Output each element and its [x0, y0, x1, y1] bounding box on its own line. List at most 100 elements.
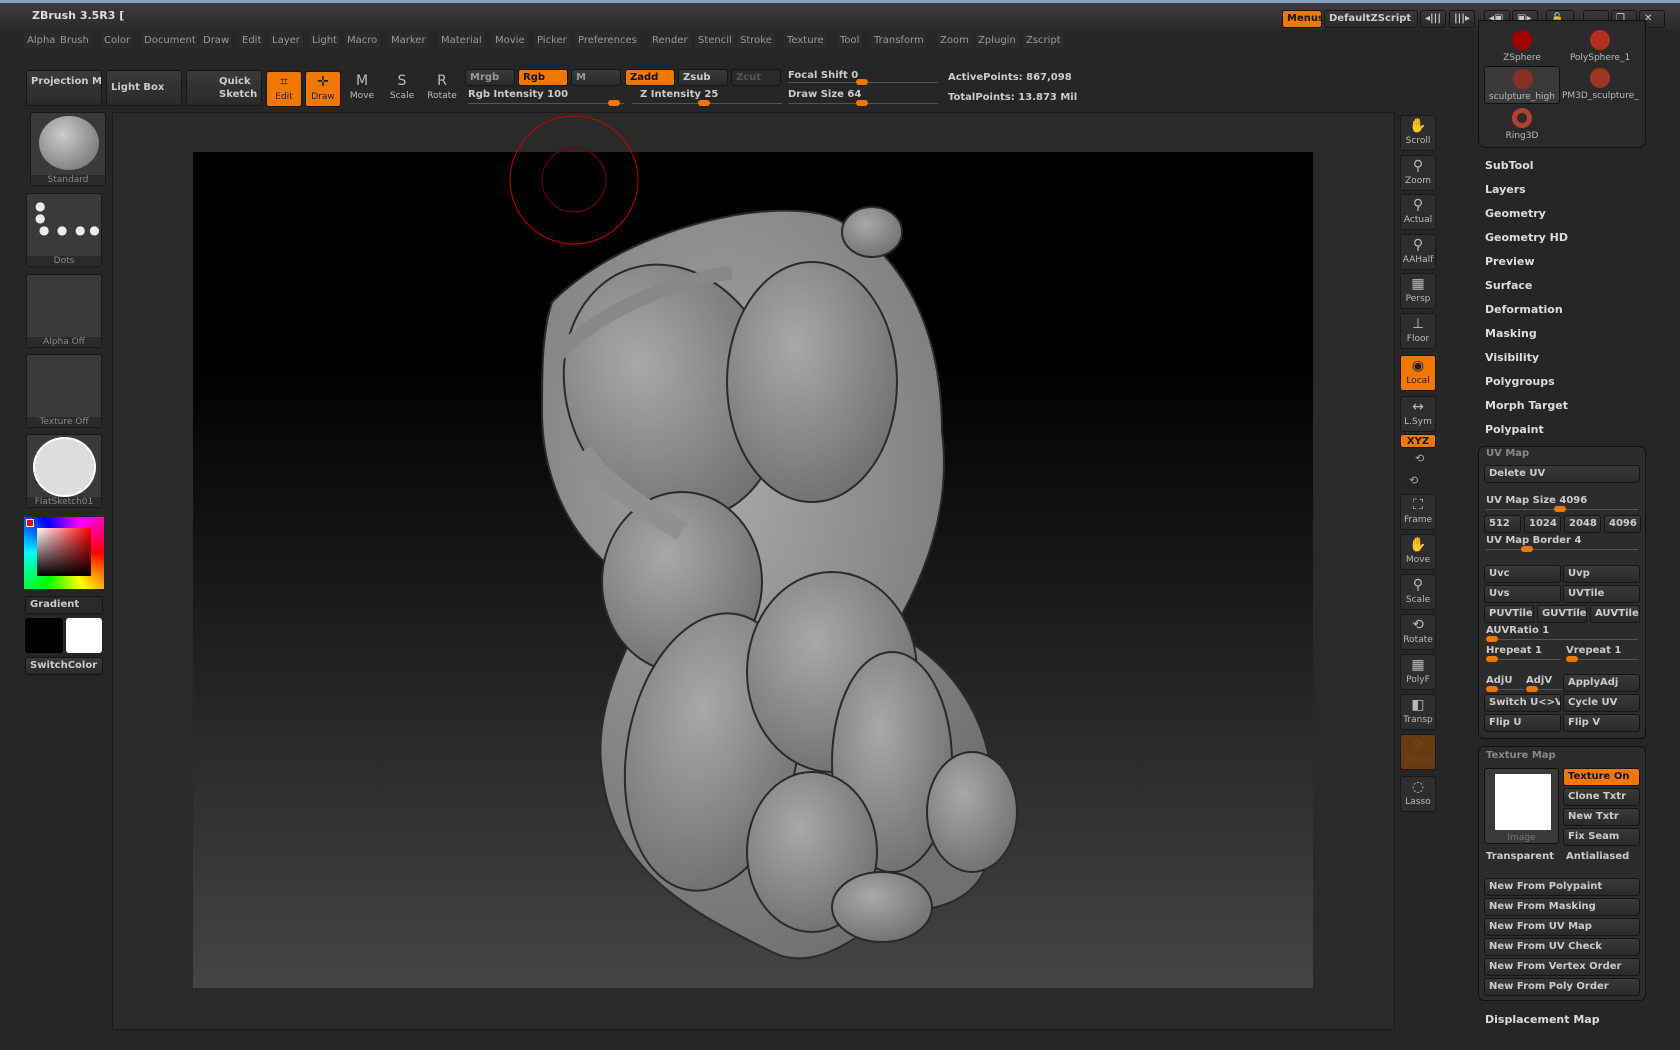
menu-movie[interactable]: Movie — [492, 32, 528, 49]
new-from-button[interactable]: New From Vertex Order — [1484, 958, 1640, 976]
rotate-y-icon[interactable]: ⟲ — [1409, 474, 1418, 487]
uv-size-2048-button[interactable]: 2048 — [1564, 515, 1601, 533]
tool-item[interactable]: PolySphere_1 — [1562, 28, 1638, 66]
menu-alpha[interactable]: Alpha — [24, 32, 59, 49]
menu-masking[interactable]: Masking — [1485, 327, 1537, 340]
menu-tool[interactable]: Tool — [837, 32, 863, 49]
light-box-button[interactable]: Light Box — [106, 70, 182, 106]
stroke-selector[interactable]: ● ● ● ● ● ● Dots — [26, 193, 102, 267]
menu-preview[interactable]: Preview — [1485, 255, 1535, 268]
new-from-button[interactable]: New From UV Check — [1484, 938, 1640, 956]
menu-edit[interactable]: Edit — [239, 32, 265, 49]
move-button[interactable]: M Move — [344, 71, 380, 107]
zsub-button[interactable]: Zsub — [678, 69, 728, 86]
cycle-uv-button[interactable]: Cycle UV — [1563, 694, 1640, 712]
menu-layer[interactable]: Layer — [269, 32, 303, 49]
new-from-button[interactable]: New From UV Map — [1484, 918, 1640, 936]
main-color-swatch[interactable] — [25, 618, 63, 653]
puvtiles-button[interactable]: PUVTiles — [1484, 605, 1534, 623]
scroll-right-icon[interactable]: |||▸ — [1449, 10, 1475, 28]
edit-button[interactable]: ⌗ Edit — [266, 71, 302, 107]
uv-size-1024-button[interactable]: 1024 — [1524, 515, 1561, 533]
gradient-button[interactable]: Gradient — [25, 596, 103, 614]
menu-geometry-hd[interactable]: Geometry HD — [1485, 231, 1568, 244]
texture-map-title[interactable]: Texture Map — [1486, 750, 1556, 761]
menu-zscript[interactable]: Zscript — [1023, 32, 1064, 49]
frame-button[interactable]: ⛶ Frame — [1400, 494, 1436, 530]
rotate-button[interactable]: ⟲ Rotate — [1400, 614, 1436, 650]
menu-deformation[interactable]: Deformation — [1485, 303, 1563, 316]
new-from-button[interactable]: New From Masking — [1484, 898, 1640, 916]
ghost-button[interactable]: ⊘ Ghost — [1400, 734, 1436, 770]
scroll-left-icon[interactable]: ◂||| — [1420, 10, 1446, 28]
transp-button[interactable]: ◧ Transp — [1400, 694, 1436, 730]
menu-macro[interactable]: Macro — [344, 32, 381, 49]
menu-stroke[interactable]: Stroke — [737, 32, 775, 49]
quick-sketch-button[interactable]: Quick Sketch — [186, 70, 262, 106]
tool-item[interactable]: sculpture_high — [1484, 66, 1560, 104]
slider-knob[interactable] — [1521, 546, 1533, 552]
slider-knob[interactable] — [1526, 686, 1538, 692]
default-zscript-button[interactable]: DefaultZScript — [1324, 10, 1418, 28]
menu-zplugin[interactable]: Zplugin — [975, 32, 1019, 49]
alpha-selector[interactable]: Alpha Off — [26, 274, 102, 348]
slider-knob[interactable] — [1486, 656, 1498, 662]
auvratio-slider[interactable] — [1486, 636, 1638, 642]
clone-txtr-button[interactable]: Clone Txtr — [1563, 788, 1640, 806]
menu-texture[interactable]: Texture — [784, 32, 827, 49]
delete-uv-button[interactable]: Delete UV — [1484, 465, 1640, 483]
menu-preferences[interactable]: Preferences — [575, 32, 640, 49]
rotate-button[interactable]: R Rotate — [424, 71, 460, 107]
flip-u-button[interactable]: Flip U — [1484, 714, 1561, 732]
scale-button[interactable]: S Scale — [384, 71, 420, 107]
texture-image-slot[interactable]: Image — [1484, 768, 1559, 844]
tool-item[interactable]: PM3D_sculpture_ — [1562, 66, 1639, 104]
new-from-button[interactable]: New From Poly Order — [1484, 978, 1640, 996]
slider-knob[interactable] — [1554, 506, 1566, 512]
menu-polygroups[interactable]: Polygroups — [1485, 375, 1555, 388]
applyadj-button[interactable]: ApplyAdj — [1563, 674, 1640, 692]
menu-marker[interactable]: Marker — [388, 32, 429, 49]
auvtiles-button[interactable]: AUVTiles — [1590, 605, 1640, 623]
menu-light[interactable]: Light — [309, 32, 340, 49]
menu-picker[interactable]: Picker — [534, 32, 570, 49]
slider-knob[interactable] — [1566, 656, 1578, 662]
menu-surface[interactable]: Surface — [1485, 279, 1532, 292]
adju-slider[interactable] — [1486, 686, 1524, 692]
material-selector[interactable]: FlatSketch01 — [26, 434, 102, 508]
adjv-slider[interactable] — [1526, 686, 1562, 692]
move-button[interactable]: ✋ Move — [1400, 534, 1436, 570]
guvtiles-button[interactable]: GUVTiles — [1537, 605, 1587, 623]
uvtile-button[interactable]: UVTile — [1563, 585, 1640, 603]
local-button[interactable]: ◉ Local — [1400, 355, 1436, 391]
persp-button[interactable]: ▦ Persp — [1400, 273, 1436, 309]
focal-shift-slider[interactable] — [788, 79, 938, 85]
uv-map-title[interactable]: UV Map — [1486, 448, 1529, 459]
zadd-button[interactable]: Zadd — [625, 69, 675, 86]
rgb-button[interactable]: Rgb — [518, 69, 568, 86]
menus-toggle[interactable]: Menus — [1282, 10, 1322, 28]
brush-selector[interactable]: Standard — [30, 112, 106, 186]
uv-map-border-slider[interactable] — [1486, 546, 1638, 552]
uv-map-size-slider[interactable] — [1486, 506, 1638, 512]
rgb-intensity-slider[interactable] — [468, 100, 624, 106]
new-txtr-button[interactable]: New Txtr — [1563, 808, 1640, 826]
lasso-button[interactable]: ◌ Lasso — [1400, 776, 1436, 812]
polyf-button[interactable]: ▦ PolyF — [1400, 654, 1436, 690]
flip-v-button[interactable]: Flip V — [1563, 714, 1640, 732]
sculpture-viewport[interactable] — [112, 112, 1395, 1030]
menu-layers[interactable]: Layers — [1485, 183, 1526, 196]
draw-size-slider[interactable] — [788, 100, 938, 106]
menu-render[interactable]: Render — [649, 32, 691, 49]
xyz-toggle[interactable]: XYZ — [1400, 434, 1436, 448]
color-square[interactable] — [37, 528, 91, 576]
uv-size-512-button[interactable]: 512 — [1484, 515, 1521, 533]
floor-button[interactable]: ⊥ Floor — [1400, 313, 1436, 349]
zcut-button[interactable]: Zcut — [731, 69, 781, 86]
texture-on-button[interactable]: Texture On — [1563, 768, 1640, 786]
slider-knob[interactable] — [1486, 686, 1498, 692]
actual-button[interactable]: ⚲ Actual — [1400, 194, 1436, 230]
switch-color-button[interactable]: SwitchColor — [25, 657, 103, 675]
menu-transform[interactable]: Transform — [871, 32, 927, 49]
tool-item[interactable]: Ring3D — [1484, 106, 1560, 144]
